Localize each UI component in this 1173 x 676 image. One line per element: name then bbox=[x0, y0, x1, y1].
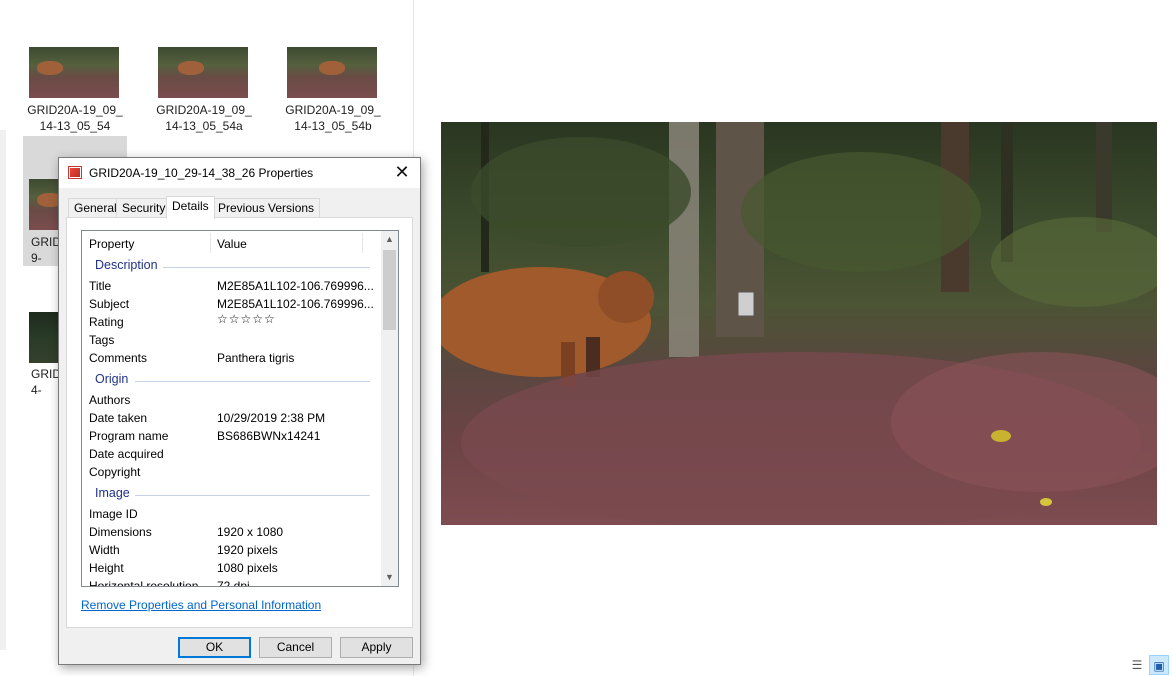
scroll-down-icon[interactable]: ▼ bbox=[381, 569, 398, 586]
group-header-image: Image bbox=[95, 486, 370, 504]
tab-security[interactable]: Security bbox=[116, 198, 172, 218]
property-value: BS686BWNx14241 bbox=[217, 429, 321, 443]
details-view-icon[interactable]: ☰ bbox=[1127, 655, 1147, 675]
property-value: M2E85A1L102-106.769996... bbox=[217, 297, 374, 311]
property-value: Panthera tigris bbox=[217, 351, 295, 365]
file-name: GRID20A-19_09_14-13_05_54 bbox=[27, 103, 123, 133]
properties-list[interactable]: Property Value Description Title M2E85A1L… bbox=[81, 230, 399, 587]
file-thumbnail bbox=[287, 47, 377, 98]
navigation-edge bbox=[0, 0, 6, 676]
property-key: Subject bbox=[89, 297, 130, 311]
remove-properties-link[interactable]: Remove Properties and Personal Informati… bbox=[81, 598, 321, 612]
property-value: 1920 x 1080 bbox=[217, 525, 284, 539]
property-row[interactable]: Copyright bbox=[82, 463, 382, 481]
property-row[interactable]: Authors bbox=[82, 391, 382, 409]
tab-previous-versions[interactable]: Previous Versions bbox=[212, 198, 321, 218]
property-key: Program name bbox=[89, 429, 169, 443]
details-panel: Property Value Description Title M2E85A1L… bbox=[66, 217, 413, 628]
file-name: GRID20A-19_09_14-13_05_54b bbox=[285, 103, 381, 133]
dialog-titlebar[interactable]: GRID20A-19_10_29-14_38_26 Properties ✕ bbox=[59, 158, 420, 188]
property-row[interactable]: Width 1920 pixels bbox=[82, 541, 382, 559]
group-header-origin: Origin bbox=[95, 372, 370, 390]
close-icon: ✕ bbox=[394, 162, 410, 182]
property-row[interactable]: Height 1080 pixels bbox=[82, 559, 382, 577]
property-key: Dimensions bbox=[89, 525, 152, 539]
file-thumbnail bbox=[158, 47, 248, 98]
group-header-description: Description bbox=[95, 258, 370, 276]
file-item[interactable]: GRID20A-19_09_14-13_05_54b bbox=[281, 35, 385, 133]
property-value: 1920 pixels bbox=[217, 543, 278, 557]
column-header: Property Value bbox=[82, 231, 382, 255]
property-key: Height bbox=[89, 561, 124, 575]
tab-general[interactable]: General bbox=[68, 198, 123, 218]
property-key: Title bbox=[89, 279, 112, 293]
property-key: Rating bbox=[89, 315, 124, 329]
property-row[interactable]: Dimensions 1920 x 1080 bbox=[82, 523, 382, 541]
scrollbar-thumb[interactable] bbox=[383, 250, 396, 330]
group-label: Description bbox=[95, 258, 158, 272]
ok-button[interactable]: OK bbox=[178, 637, 251, 658]
tab-details[interactable]: Details bbox=[166, 196, 215, 219]
file-item[interactable]: GRID20A-19_09_14-13_05_54a bbox=[152, 35, 256, 133]
file-name: GRID20A-19_09_14-13_05_54a bbox=[156, 103, 252, 133]
property-key: Date acquired bbox=[89, 447, 164, 461]
property-row[interactable]: Tags bbox=[82, 331, 382, 349]
vertical-scrollbar[interactable]: ▲ ▼ bbox=[381, 231, 398, 586]
image-file-icon bbox=[68, 166, 82, 179]
apply-button[interactable]: Apply bbox=[340, 637, 413, 658]
property-row[interactable]: Comments Panthera tigris bbox=[82, 349, 382, 367]
scroll-up-icon[interactable]: ▲ bbox=[381, 231, 398, 248]
properties-dialog: GRID20A-19_10_29-14_38_26 Properties ✕ G… bbox=[58, 157, 421, 665]
property-row[interactable]: Title M2E85A1L102-106.769996... bbox=[82, 277, 382, 295]
property-value: 10/29/2019 2:38 PM bbox=[217, 411, 326, 425]
property-row[interactable]: Horizontal resolution 72 dpi bbox=[82, 577, 382, 587]
property-key: Tags bbox=[89, 333, 115, 347]
property-row[interactable]: Date acquired bbox=[82, 445, 382, 463]
property-key: Comments bbox=[89, 351, 148, 365]
preview-scene bbox=[441, 122, 1157, 525]
cancel-button[interactable]: Cancel bbox=[259, 637, 332, 658]
group-label: Origin bbox=[95, 372, 129, 386]
property-key: Width bbox=[89, 543, 120, 557]
property-key: Copyright bbox=[89, 465, 141, 479]
group-label: Image bbox=[95, 486, 130, 500]
property-key: Horizontal resolution bbox=[89, 579, 199, 587]
column-property[interactable]: Property bbox=[89, 237, 134, 251]
property-row[interactable]: Rating ☆☆☆☆☆ bbox=[82, 312, 382, 331]
property-row[interactable]: Image ID bbox=[82, 505, 382, 523]
property-value: M2E85A1L102-106.769996... bbox=[217, 279, 374, 293]
dialog-title: GRID20A-19_10_29-14_38_26 Properties bbox=[89, 166, 314, 180]
property-row[interactable]: Subject M2E85A1L102-106.769996... bbox=[82, 295, 382, 313]
file-item[interactable]: GRID20A-19_09_14-13_05_54 bbox=[23, 35, 127, 133]
rating-stars[interactable]: ☆☆☆☆☆ bbox=[217, 312, 276, 326]
property-row[interactable]: Date taken 10/29/2019 2:38 PM bbox=[82, 409, 382, 427]
property-key: Authors bbox=[89, 393, 131, 407]
property-key: Date taken bbox=[89, 411, 148, 425]
property-row[interactable]: Program name BS686BWNx14241 bbox=[82, 427, 382, 445]
preview-image bbox=[441, 122, 1157, 525]
large-icons-view-icon[interactable]: ▣ bbox=[1149, 655, 1169, 675]
property-key: Image ID bbox=[89, 507, 138, 521]
property-value: 1080 pixels bbox=[217, 561, 278, 575]
close-button[interactable]: ✕ bbox=[384, 158, 420, 188]
column-value[interactable]: Value bbox=[217, 237, 247, 251]
file-thumbnail bbox=[29, 47, 119, 98]
property-value: 72 dpi bbox=[217, 579, 250, 587]
